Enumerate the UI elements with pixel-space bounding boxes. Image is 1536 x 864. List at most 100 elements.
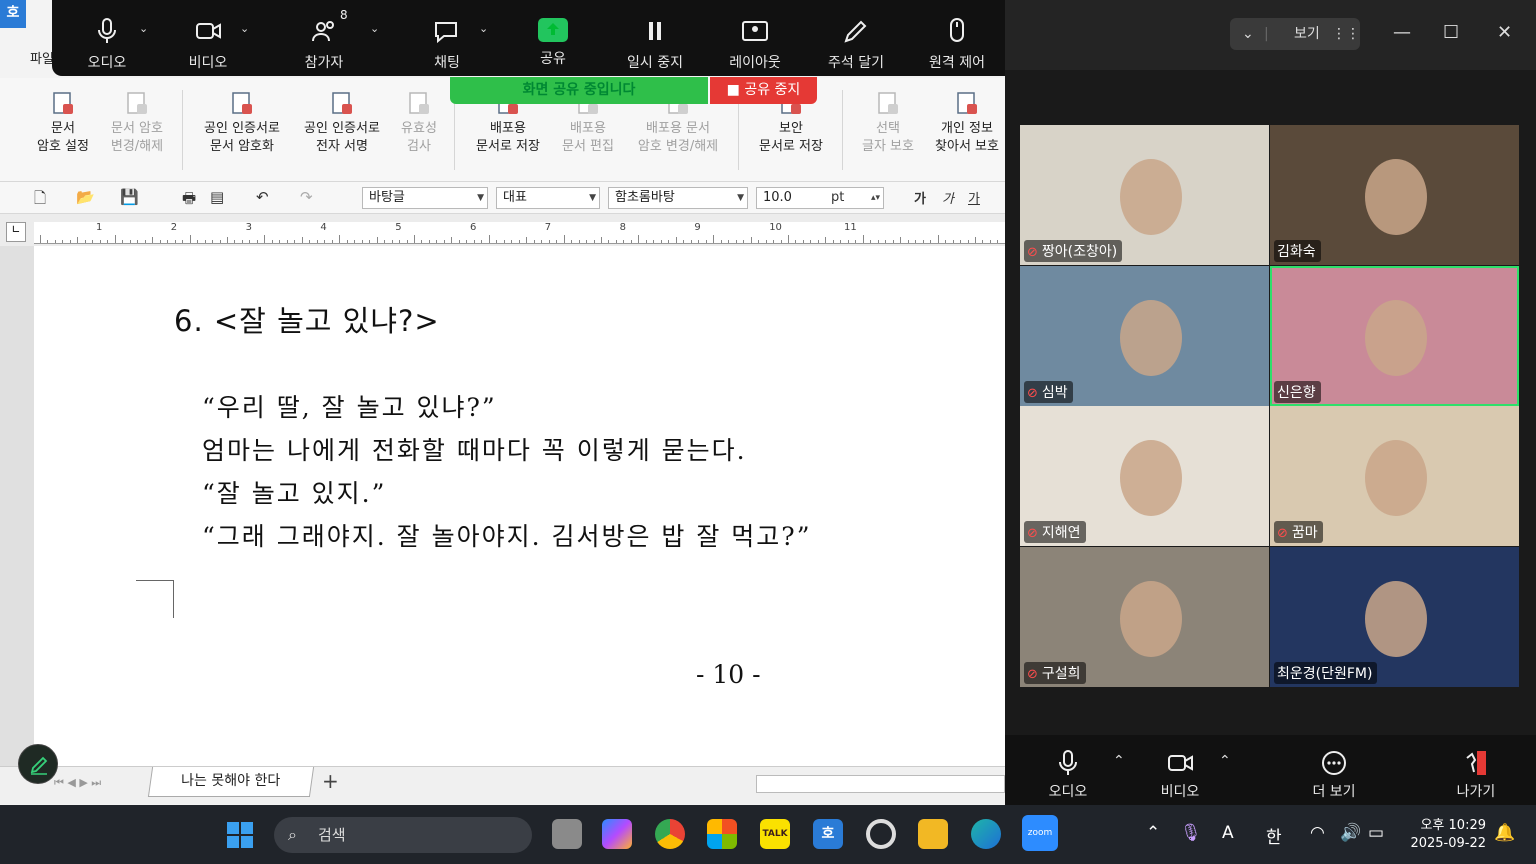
horizontal-scrollbar[interactable]: [756, 775, 1005, 793]
ribbon-button[interactable]: 문서 암호 변경/해제: [100, 90, 174, 156]
ime-korean-indicator[interactable]: 한: [1266, 823, 1282, 848]
undo-icon[interactable]: ↶: [256, 188, 269, 206]
redo-icon[interactable]: ↷: [300, 188, 313, 206]
view-button[interactable]: ⌄ | 보기 ⋮⋮: [1230, 18, 1360, 50]
new-document-icon[interactable]: 🗋: [34, 188, 46, 213]
ruler-tick: [802, 240, 804, 243]
ime-english-indicator[interactable]: A: [1222, 823, 1234, 843]
microsoft-store-icon[interactable]: [707, 819, 737, 849]
file-menu[interactable]: 파일: [30, 48, 54, 67]
chevron-up-icon[interactable]: ⌃: [1113, 753, 1125, 769]
windows-start-icon[interactable]: [226, 821, 254, 849]
participant-video-tile[interactable]: ⊘ 지해연: [1020, 406, 1269, 546]
toolbar-microphone-button[interactable]: 오디오 ⌄: [57, 14, 157, 72]
participant-video-tile[interactable]: ⊘ 짱아(조창아): [1020, 125, 1269, 265]
style-select[interactable]: 바탕글 ▼: [362, 187, 488, 209]
task-view-icon[interactable]: [552, 819, 582, 849]
ruler-tick: [361, 240, 363, 243]
bottom-more-button[interactable]: 더 보기: [1289, 747, 1379, 801]
obs-icon[interactable]: [866, 819, 896, 849]
underline-button[interactable]: 가: [968, 188, 980, 207]
toolbar-chat-button[interactable]: 채팅 ⌄: [397, 14, 497, 72]
participant-video-tile[interactable]: 신은향: [1270, 265, 1519, 406]
system-clock[interactable]: 오후 10:29 2025-09-22: [1404, 817, 1486, 853]
chevron-down-icon[interactable]: ⌄: [240, 22, 249, 35]
minimize-icon[interactable]: —: [1393, 22, 1411, 43]
ruler-tick: [997, 240, 999, 243]
ribbon-button[interactable]: 선택 글자 보호: [850, 90, 926, 156]
toolbar-video-camera-button[interactable]: 비디오 ⌄: [158, 14, 258, 72]
notifications-icon[interactable]: 🔔: [1494, 823, 1515, 843]
mic-in-use-icon[interactable]: 🎙: [1180, 823, 1202, 843]
participant-video-tile[interactable]: 최운경(단원FM): [1270, 546, 1519, 687]
maximize-icon[interactable]: ☐: [1443, 22, 1459, 43]
ruler-number: 4: [320, 222, 327, 233]
annotation-pen-button[interactable]: [18, 744, 58, 784]
chevron-down-icon[interactable]: ⌄: [139, 22, 148, 35]
bottom-video-camera-button[interactable]: 비디오 ⌃: [1135, 747, 1231, 801]
participant-video-tile[interactable]: 김화숙: [1270, 125, 1519, 265]
participant-video-tile[interactable]: ⊘ 꿈마: [1270, 406, 1519, 546]
participant-name: 김화숙: [1277, 244, 1316, 260]
tab-stop-icon[interactable]: ∟: [6, 222, 26, 242]
toolbar-layout-button[interactable]: 레이아웃: [705, 14, 805, 72]
font-select[interactable]: 함초롬바탕 ▼: [608, 187, 748, 209]
ruler-tick: [870, 240, 872, 243]
toolbar-remote-control-mouse-button[interactable]: 원격 제어: [907, 14, 1007, 72]
kakaotalk-icon[interactable]: TALK: [760, 819, 790, 849]
toolbar-pause-button[interactable]: 일시 중지: [605, 14, 705, 72]
taskbar-search[interactable]: ⌕ 검색: [274, 817, 532, 853]
wifi-icon[interactable]: ◠: [1310, 823, 1325, 843]
ruler-tick: [496, 240, 498, 243]
show-hidden-icons-icon[interactable]: ⌃: [1146, 823, 1160, 843]
ruler-tick: [62, 240, 64, 243]
ruler-tick: [414, 235, 415, 243]
battery-icon[interactable]: ▭: [1368, 823, 1384, 843]
ruler-tick: [825, 237, 827, 243]
add-tab-button[interactable]: +: [322, 769, 339, 793]
toolbar-share-screen-button[interactable]: 공유: [503, 14, 603, 68]
font-size-input[interactable]: 10.0 pt ▴▾: [756, 187, 884, 209]
ruler-tick: [54, 240, 56, 243]
zoom-taskbar-icon[interactable]: zoom: [1022, 815, 1058, 851]
participant-video-tile[interactable]: ⊘ 구설희: [1020, 546, 1269, 687]
chevron-up-icon[interactable]: ⌃: [1219, 753, 1231, 769]
ruler-tick: [556, 240, 558, 243]
ruler-tick: [548, 240, 550, 243]
participant-video-tile[interactable]: ⊘ 심박: [1020, 265, 1269, 406]
horizontal-ruler[interactable]: 1 2 3 4 5 6 7 8 9 10 11: [34, 222, 1006, 244]
ribbon-button[interactable]: 개인 정보 찾아서 보호: [924, 90, 1010, 156]
bold-button[interactable]: 가: [914, 188, 926, 207]
bottom-leave-button[interactable]: 나가기: [1431, 747, 1521, 801]
close-icon[interactable]: ✕: [1497, 22, 1512, 43]
chevron-down-icon[interactable]: ⌄: [479, 22, 488, 35]
language-select[interactable]: 대표 ▼: [496, 187, 600, 209]
chevron-down-icon[interactable]: ⌄: [370, 22, 379, 35]
tab-nav-icons[interactable]: ⏮ ◀ ▶ ⏭: [54, 776, 101, 790]
file-explorer-icon[interactable]: [918, 819, 948, 849]
ribbon-button[interactable]: 공인 인증서로 문서 암호화: [190, 90, 294, 156]
stop-share-button[interactable]: ■ 공유 중지: [710, 77, 817, 104]
chrome-icon[interactable]: [655, 819, 685, 849]
participant-name-label: 최운경(단원FM): [1274, 661, 1378, 684]
toolbar-annotate-pen-button[interactable]: 주석 달기: [806, 14, 906, 72]
participant-video: [1120, 159, 1182, 235]
preview-icon[interactable]: ▤: [210, 188, 224, 206]
italic-button[interactable]: 가: [942, 188, 954, 207]
save-icon[interactable]: 💾: [120, 188, 139, 206]
toolbar-participants-button[interactable]: 참가자 8 ⌄: [274, 8, 380, 72]
open-folder-icon[interactable]: 📂: [76, 188, 95, 206]
ribbon-button[interactable]: 유효성 검사: [386, 90, 452, 156]
volume-icon[interactable]: 🔊: [1340, 823, 1361, 843]
ruler-tick: [271, 240, 273, 243]
edge-icon[interactable]: [971, 819, 1001, 849]
ribbon-button[interactable]: 공인 인증서로 전자 서명: [290, 90, 394, 156]
print-icon[interactable]: 🖶: [182, 188, 196, 213]
hwp-taskbar-icon[interactable]: 호: [813, 819, 843, 849]
document-page[interactable]: 6. <잘 놀고 있냐?> “우리 딸, 잘 놀고 있냐?” 엄마는 나에게 전…: [34, 246, 1005, 766]
copilot-icon[interactable]: [602, 819, 632, 849]
hwp-logo-icon[interactable]: 호: [0, 0, 26, 28]
document-tab[interactable]: 나는 못해야 한다: [147, 767, 315, 797]
ribbon-button[interactable]: 문서 암호 설정: [28, 90, 98, 156]
bottom-microphone-button[interactable]: 오디오 ⌃: [1023, 747, 1125, 801]
